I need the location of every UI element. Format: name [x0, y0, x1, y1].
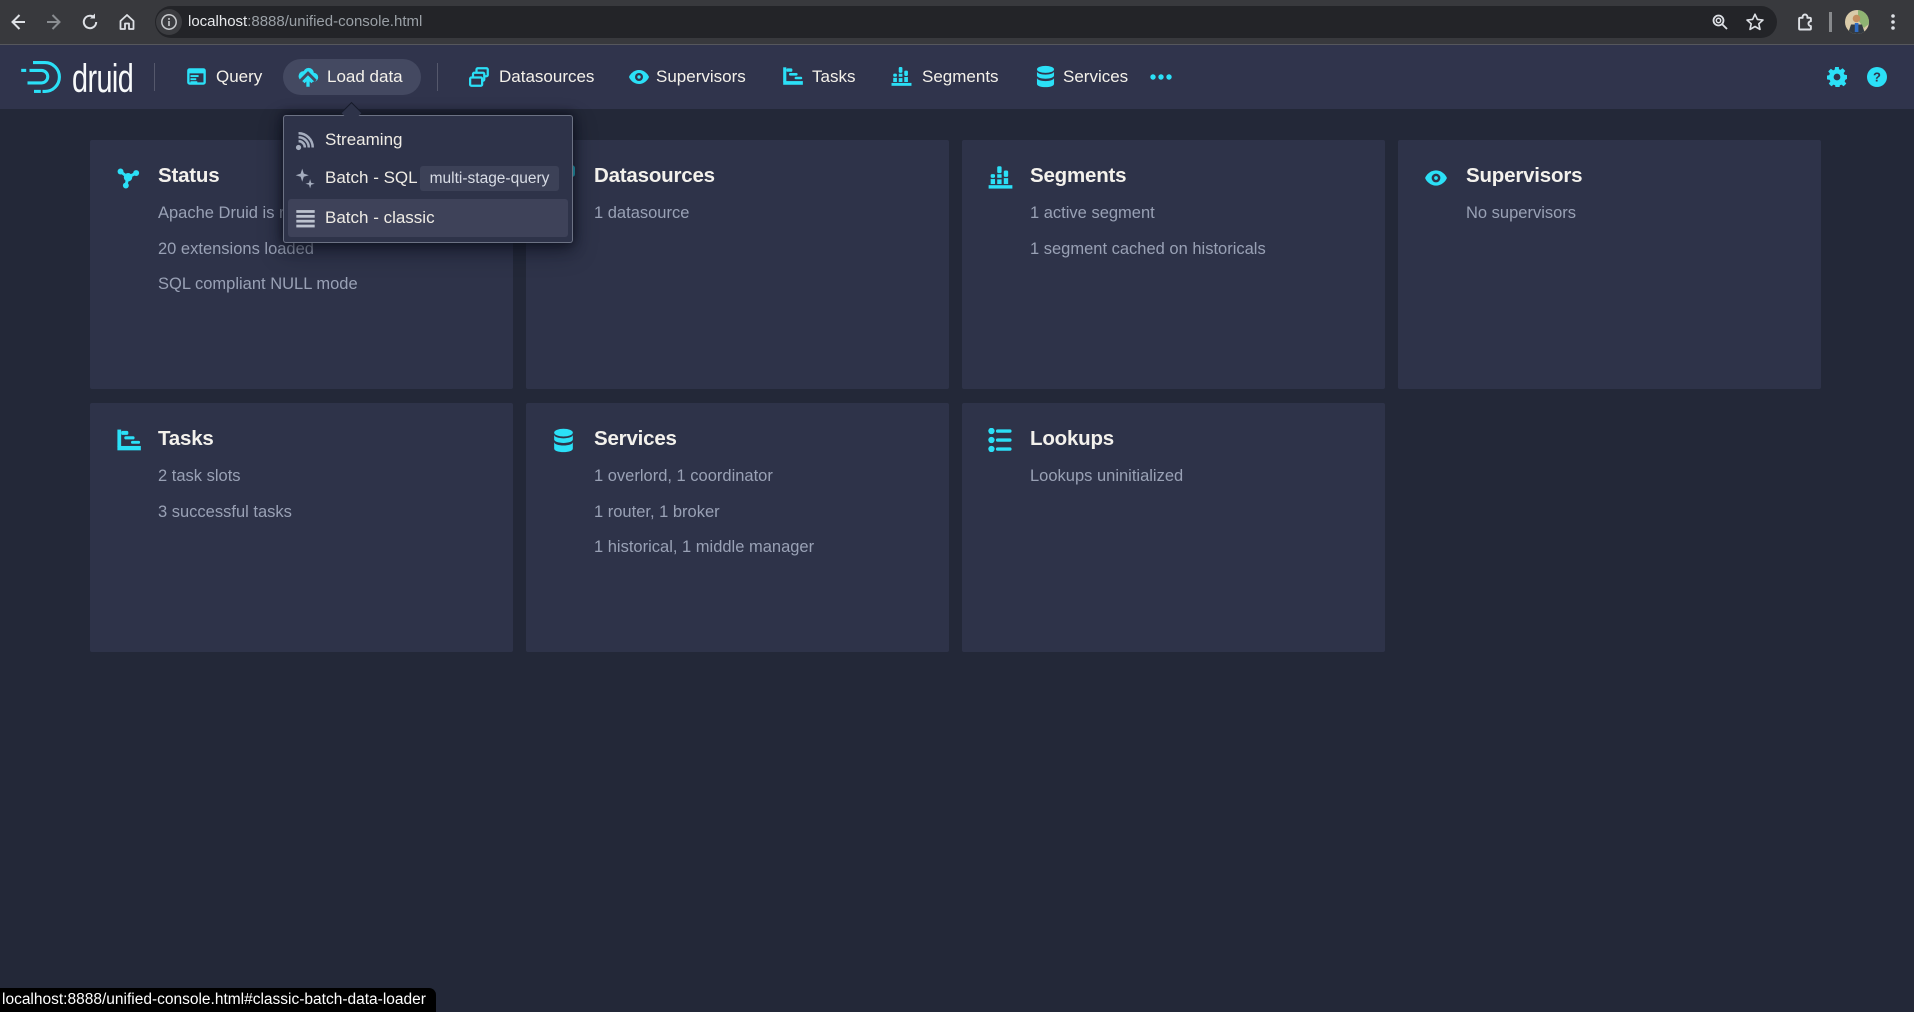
svg-text:?: ? — [1873, 70, 1881, 85]
